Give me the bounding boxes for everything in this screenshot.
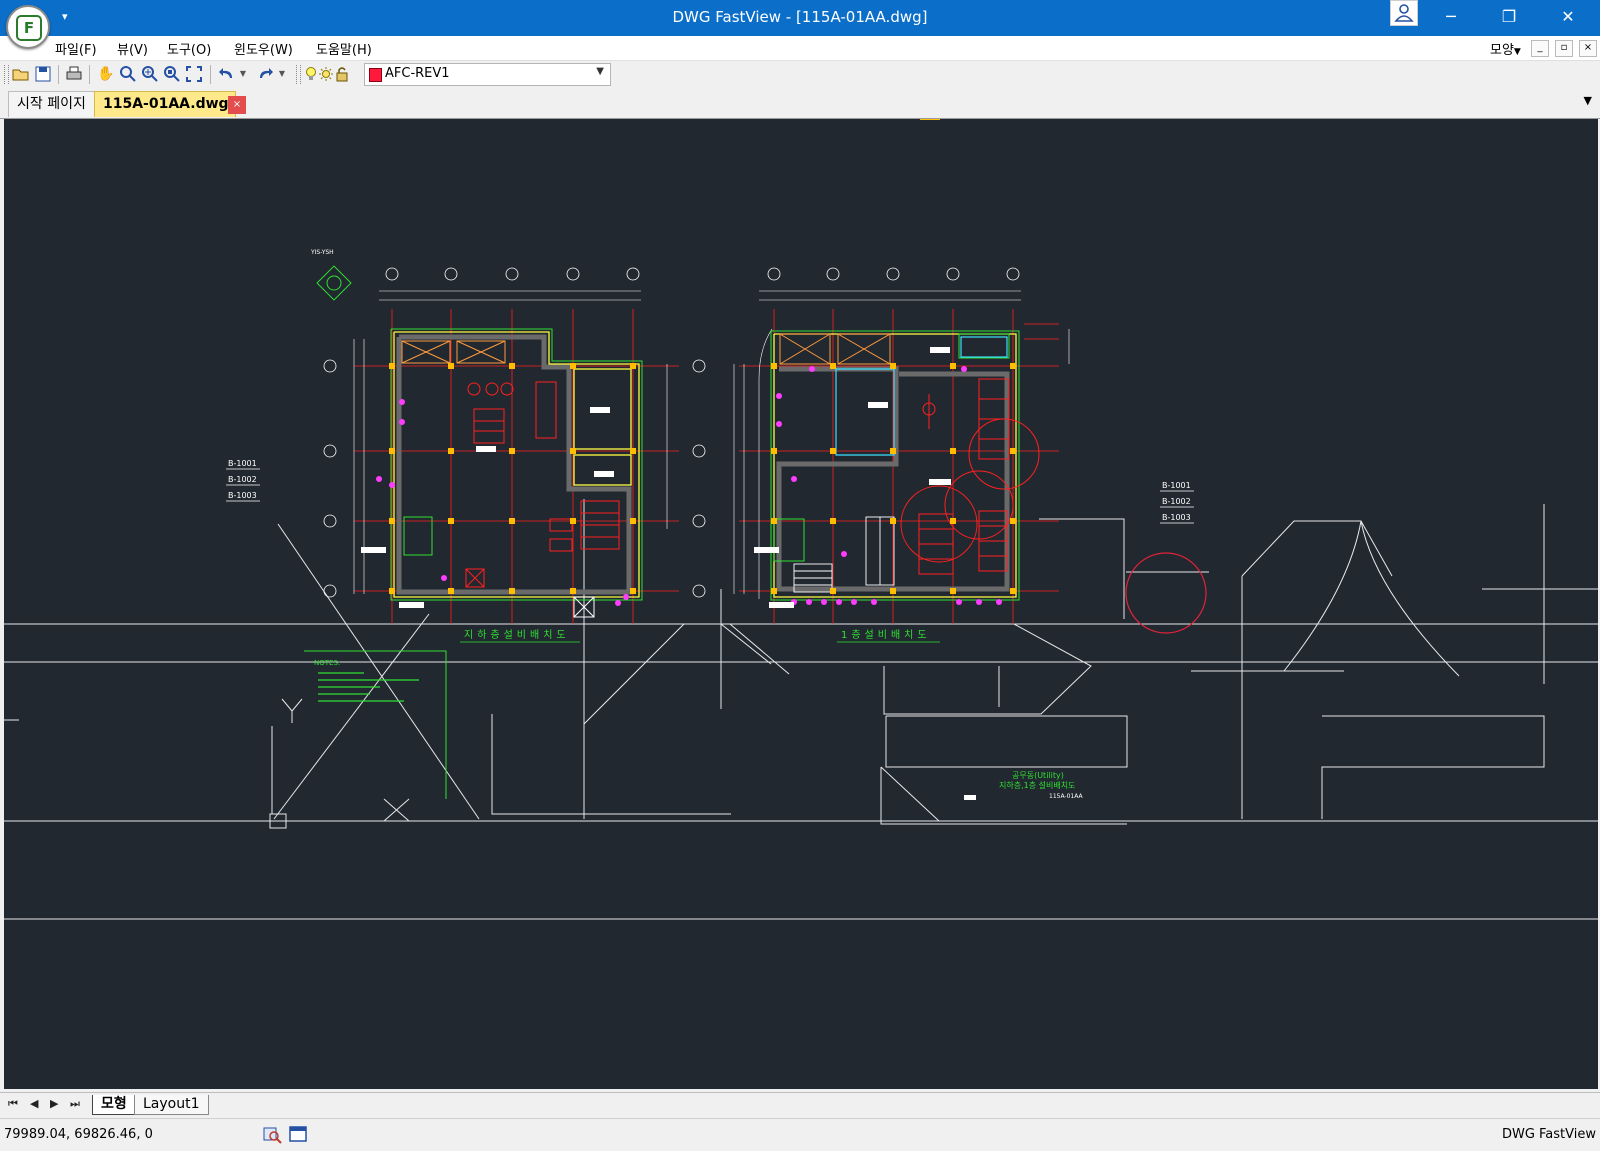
window-title: DWG FastView - [115A-01AA.dwg] <box>672 8 928 26</box>
window-status-icon[interactable] <box>288 1124 308 1144</box>
user-account-icon[interactable] <box>1390 0 1418 26</box>
zoom-in-icon[interactable] <box>140 64 160 84</box>
status-bar: 79989.04, 69826.46, 0 DWG FastView <box>0 1118 1600 1151</box>
section-label: B-1003 <box>228 491 257 500</box>
north-label: YIS-YSH <box>310 249 334 256</box>
undo-icon[interactable] <box>217 64 237 84</box>
style-label: 모양 <box>1490 43 1514 58</box>
prev-layout-icon[interactable]: ◀ <box>30 1097 38 1110</box>
layer-name: AFC-REV1 <box>385 66 450 81</box>
last-layout-icon[interactable]: ⏭ <box>70 1097 80 1111</box>
minimize-button[interactable]: ─ <box>1428 0 1474 34</box>
cursor-coordinates: 79989.04, 69826.46, 0 <box>4 1127 153 1142</box>
menu-file[interactable]: 파일(F) <box>55 39 97 58</box>
zoom-icon[interactable] <box>118 64 138 84</box>
toolbar: ✋ ▼ ▼ AFC-REV1 ▼ <box>0 61 1600 89</box>
chevron-down-icon: ▼ <box>1513 47 1521 57</box>
right-floor-plan <box>692 267 1070 624</box>
tab-list-dropdown-icon[interactable]: ▼ <box>1584 94 1592 107</box>
redo-dropdown-icon[interactable]: ▼ <box>276 64 288 84</box>
layer-color-swatch <box>369 68 382 82</box>
left-plan-title: 지하층설비배치도 <box>464 628 570 641</box>
section-label: B-1002 <box>1162 497 1191 506</box>
print-icon[interactable] <box>64 64 84 84</box>
tab-drawing[interactable]: 115A-01AA.dwg <box>94 91 236 117</box>
menu-help[interactable]: 도움말(H) <box>316 39 372 58</box>
first-layout-icon[interactable]: ⏮ <box>8 1097 18 1111</box>
next-layout-icon[interactable]: ▶ <box>50 1097 58 1110</box>
zoom-status-icon[interactable] <box>262 1124 282 1144</box>
mdi-restore-button[interactable]: ▫ <box>1555 40 1573 57</box>
layout-tabs-bar: ⏮ ◀ ▶ ⏭ 모형 Layout1 <box>0 1092 1600 1117</box>
pan-icon[interactable]: ✋ <box>96 64 116 84</box>
save-icon[interactable] <box>33 64 53 84</box>
tab-start-page[interactable]: 시작 페이지 <box>8 91 95 117</box>
restore-button[interactable]: ❐ <box>1486 0 1532 34</box>
red-circle-marker <box>1125 552 1207 634</box>
drawing-number: 115A-01AA <box>1049 793 1083 800</box>
style-dropdown[interactable]: 모양▼ <box>1490 39 1521 58</box>
drawing-canvas[interactable]: NOTES: B-1001 B-1002 B-1003 B-1001 B-100… <box>4 119 1598 1089</box>
toolbar-grip-2[interactable] <box>296 65 301 84</box>
chevron-down-icon: ▼ <box>596 66 604 77</box>
section-label: B-1001 <box>1162 481 1191 490</box>
layer-sun-icon[interactable] <box>318 64 334 84</box>
notes-header: NOTES: <box>314 659 340 667</box>
toolbar-grip[interactable] <box>4 65 9 84</box>
section-label: B-1001 <box>228 459 257 468</box>
redo-icon[interactable] <box>255 64 275 84</box>
title-block-mark <box>964 795 976 800</box>
zoom-window-icon[interactable] <box>162 64 182 84</box>
title-bar: ▾ DWG FastView - [115A-01AA.dwg] ─ ❐ ✕ <box>0 0 1600 36</box>
left-floor-plan <box>316 265 679 624</box>
layer-lock-icon[interactable] <box>334 64 350 84</box>
section-label: B-1002 <box>228 475 257 484</box>
tab-model[interactable]: 모형 <box>92 1095 136 1115</box>
tab-close-button[interactable]: × <box>228 96 246 114</box>
zoom-extents-icon[interactable] <box>184 64 204 84</box>
menu-bar: 파일(F) 뷰(V) 도구(O) 윈도우(W) 도움말(H) 모양▼ _ ▫ × <box>0 36 1600 61</box>
close-button[interactable]: ✕ <box>1545 0 1591 34</box>
layer-bulb-icon[interactable] <box>303 64 319 84</box>
notes-block: NOTES: <box>304 650 447 799</box>
mdi-close-button[interactable]: × <box>1579 40 1597 57</box>
layer-dropdown[interactable]: AFC-REV1 ▼ <box>364 63 611 86</box>
open-icon[interactable] <box>11 64 31 84</box>
brand-label: DWG FastView <box>1501 1127 1596 1142</box>
document-tabs: 시작 페이지 115A-01AA.dwg × ▼ <box>0 88 1600 119</box>
sheet-title: 공무동(Utility) <box>1012 771 1064 780</box>
section-labels: B-1001 B-1002 B-1003 B-1001 B-1002 B-100… <box>228 249 1191 800</box>
drawing-background-linework <box>4 499 1598 920</box>
menu-window[interactable]: 윈도우(W) <box>234 39 293 58</box>
undo-dropdown-icon[interactable]: ▼ <box>237 64 249 84</box>
tab-layout1[interactable]: Layout1 <box>134 1095 209 1115</box>
app-menu-button[interactable]: F <box>6 5 50 49</box>
sheet-subtitle: 지하층,1층 설비배치도 <box>999 780 1075 790</box>
menu-view[interactable]: 뷰(V) <box>117 39 148 58</box>
section-label: B-1003 <box>1162 513 1191 522</box>
right-plan-title: 1층설비배치도 <box>841 629 931 641</box>
menu-tools[interactable]: 도구(O) <box>167 39 211 58</box>
north-arrow-icon <box>316 265 352 301</box>
mdi-minimize-button[interactable]: _ <box>1531 40 1549 57</box>
app-logo-icon: F <box>16 15 42 41</box>
